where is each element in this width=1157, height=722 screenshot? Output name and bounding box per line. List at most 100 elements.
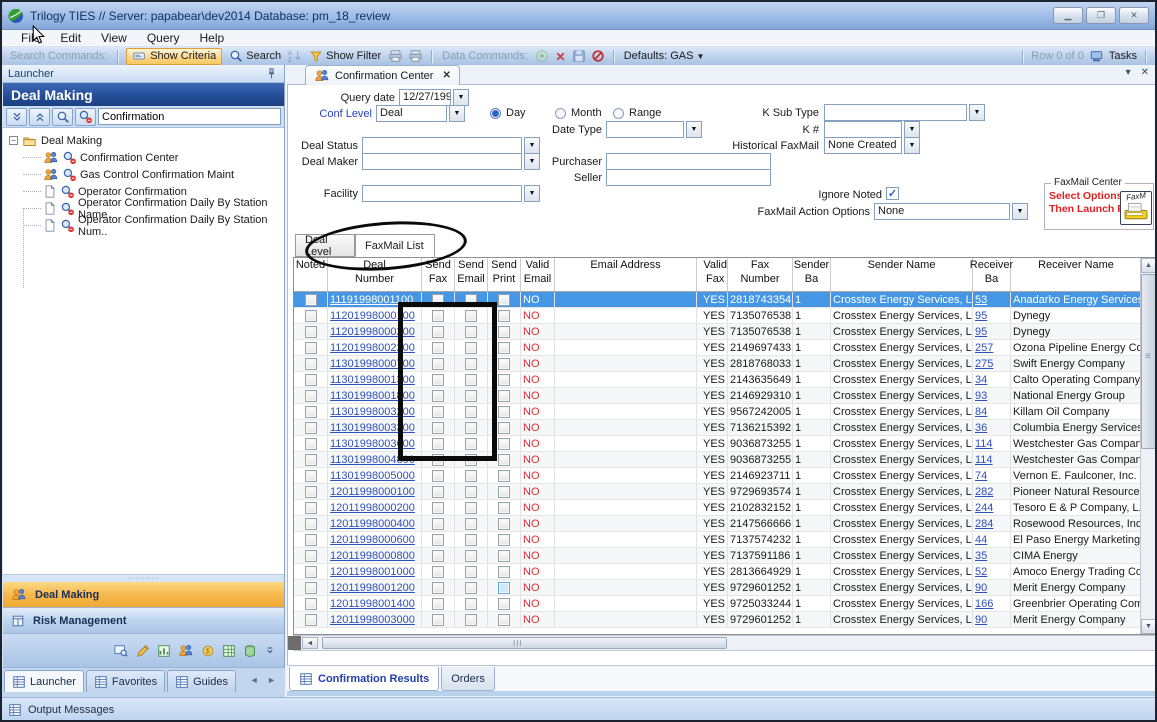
deal-number-link[interactable]: 11301998003200 <box>330 406 415 418</box>
k-number-dropdown[interactable]: ▼ <box>824 121 920 138</box>
send-email-checkbox[interactable] <box>465 390 477 402</box>
send-email-checkbox[interactable] <box>465 598 477 610</box>
send-print-checkbox[interactable] <box>498 582 510 594</box>
send-fax-checkbox[interactable] <box>432 486 444 498</box>
radio-month[interactable]: Month <box>555 107 602 119</box>
send-fax-checkbox[interactable] <box>432 390 444 402</box>
send-email-checkbox[interactable] <box>465 454 477 466</box>
grid-row[interactable]: 11301998004800NOYES90368732551Crosstex E… <box>294 452 1142 468</box>
send-email-checkbox[interactable] <box>465 502 477 514</box>
tasks-label[interactable]: Tasks <box>1109 50 1137 62</box>
noted-checkbox[interactable] <box>305 598 317 610</box>
noted-checkbox[interactable] <box>305 614 317 626</box>
receiver-ba-link[interactable]: 282 <box>975 486 993 498</box>
deal-number-link[interactable]: 11301998004800 <box>330 454 415 466</box>
tasks-icon[interactable] <box>1089 49 1104 63</box>
send-fax-checkbox[interactable] <box>432 614 444 626</box>
deal-number-link[interactable]: 11301998001300 <box>330 374 415 386</box>
clear-search-button[interactable] <box>75 108 96 126</box>
tab-scroll-arrows[interactable]: ◄ ► <box>250 670 283 685</box>
deal-number-link[interactable]: 12011998001000 <box>330 566 415 578</box>
database-icon[interactable] <box>243 644 257 658</box>
column-header-send-print[interactable]: SendPrint <box>488 258 521 291</box>
grid-row[interactable]: 11201998002200NOYES21496974331Crosstex E… <box>294 340 1142 356</box>
send-fax-checkbox[interactable] <box>432 406 444 418</box>
send-fax-checkbox[interactable] <box>432 566 444 578</box>
send-fax-checkbox[interactable] <box>432 470 444 482</box>
deal-number-link[interactable]: 12011998000800 <box>330 550 415 562</box>
grid-row[interactable]: 11301998005000NOYES21469237111Crosstex E… <box>294 468 1142 484</box>
column-header-email-address[interactable]: Email Address <box>555 258 697 291</box>
send-print-checkbox[interactable] <box>498 358 510 370</box>
noted-checkbox[interactable] <box>305 374 317 386</box>
column-header-fax-number[interactable]: FaxNumber <box>728 258 793 291</box>
send-email-checkbox[interactable] <box>465 374 477 386</box>
tab-deal-level[interactable]: Deal Level <box>295 234 355 257</box>
splitter-handle[interactable]: ········· <box>3 574 284 582</box>
tree-root-deal-making[interactable]: − Deal Making <box>9 132 284 149</box>
receiver-ba-link[interactable]: 53 <box>975 294 987 306</box>
grid-row[interactable]: 12011998000100NOYES97296935741Crosstex E… <box>294 484 1142 500</box>
chevron-expand-icon[interactable] <box>264 645 276 657</box>
send-print-checkbox[interactable] <box>498 454 510 466</box>
close-button[interactable]: ✕ <box>1119 7 1149 24</box>
receiver-ba-link[interactable]: 166 <box>975 598 993 610</box>
send-print-checkbox[interactable] <box>498 374 510 386</box>
seller-input[interactable] <box>606 169 771 186</box>
send-email-checkbox[interactable] <box>465 534 477 546</box>
deal-number-link[interactable]: 11301998000700 <box>330 358 415 370</box>
send-print-checkbox[interactable] <box>498 294 510 306</box>
tab-confirmation-center[interactable]: Confirmation Center ✕ <box>305 65 460 85</box>
search-button[interactable]: Search <box>227 49 283 63</box>
grid-row[interactable]: 11301998000700NOYES28187680331Crosstex E… <box>294 356 1142 372</box>
send-fax-checkbox[interactable] <box>432 422 444 434</box>
receiver-ba-link[interactable]: 95 <box>975 326 987 338</box>
chevron-down-icon[interactable]: ▼ <box>904 121 920 138</box>
send-print-checkbox[interactable] <box>498 390 510 402</box>
section-deal-making[interactable]: Deal Making <box>3 582 284 608</box>
tab-confirmation-results[interactable]: Confirmation Results <box>289 667 439 691</box>
ignore-noted-checkbox[interactable]: ✓ <box>886 187 899 200</box>
send-email-checkbox[interactable] <box>465 614 477 626</box>
noted-checkbox[interactable] <box>305 582 317 594</box>
send-print-checkbox[interactable] <box>498 326 510 338</box>
receiver-ba-link[interactable]: 93 <box>975 390 987 402</box>
deal-number-link[interactable]: 11301998003300 <box>330 422 415 434</box>
deal-number-link[interactable]: 12011998000600 <box>330 534 415 546</box>
search-tree-button[interactable] <box>52 108 73 126</box>
deal-number-link[interactable]: 12011998000400 <box>330 518 415 530</box>
noted-checkbox[interactable] <box>305 310 317 322</box>
send-email-checkbox[interactable] <box>465 342 477 354</box>
send-email-checkbox[interactable] <box>465 470 477 482</box>
send-email-checkbox[interactable] <box>465 566 477 578</box>
send-print-checkbox[interactable] <box>498 598 510 610</box>
section-risk-management[interactable]: Risk Management <box>3 608 284 634</box>
defaults-dropdown[interactable]: Defaults: GAS ▼ <box>622 50 707 62</box>
noted-checkbox[interactable] <box>305 566 317 578</box>
send-email-checkbox[interactable] <box>465 422 477 434</box>
noted-checkbox[interactable] <box>305 518 317 530</box>
scroll-left-icon[interactable]: ◄ <box>302 637 318 649</box>
send-email-checkbox[interactable] <box>465 406 477 418</box>
send-fax-checkbox[interactable] <box>432 534 444 546</box>
send-fax-checkbox[interactable] <box>432 438 444 450</box>
send-print-checkbox[interactable] <box>498 534 510 546</box>
receiver-ba-link[interactable]: 52 <box>975 566 987 578</box>
query-date-dropdown[interactable]: 12/27/1998▼ <box>399 89 469 106</box>
menu-query[interactable]: Query <box>138 31 189 45</box>
report-icon[interactable] <box>157 644 171 658</box>
send-fax-checkbox[interactable] <box>432 518 444 530</box>
chevron-down-icon[interactable]: ▼ <box>1012 203 1028 220</box>
sort-icon[interactable]: AZ <box>288 49 302 63</box>
scroll-up-icon[interactable]: ▲ <box>1141 258 1156 273</box>
grid-row[interactable]: 12011998000600NOYES71375742321Crosstex E… <box>294 532 1142 548</box>
grid-row[interactable]: 12011998000800NOYES71375911861Crosstex E… <box>294 548 1142 564</box>
send-fax-checkbox[interactable] <box>432 502 444 514</box>
send-fax-checkbox[interactable] <box>432 326 444 338</box>
deal-maker-dropdown[interactable]: ▼ <box>362 153 540 170</box>
receiver-ba-link[interactable]: 84 <box>975 406 987 418</box>
send-print-checkbox[interactable] <box>498 518 510 530</box>
close-tab-icon[interactable]: ✕ <box>442 70 450 81</box>
column-header-noted[interactable]: Noted <box>294 258 328 291</box>
deal-status-dropdown[interactable]: ▼ <box>362 137 540 154</box>
